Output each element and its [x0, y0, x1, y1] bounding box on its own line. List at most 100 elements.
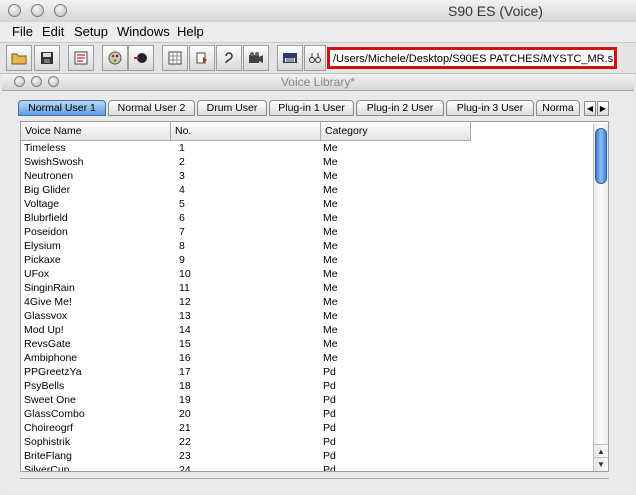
- table-row[interactable]: Ambiphone 16 Me: [21, 351, 591, 365]
- tab-drum-user[interactable]: Drum User: [197, 100, 267, 116]
- cell-category: Pd: [323, 408, 336, 420]
- video-icon[interactable]: [243, 45, 269, 71]
- table-row[interactable]: PPGreetzYa 17 Pd: [21, 365, 591, 379]
- cell-category: Me: [323, 212, 338, 224]
- cell-category: Me: [323, 282, 338, 294]
- table-row[interactable]: BriteFlang 23 Pd: [21, 449, 591, 463]
- grid-icon[interactable]: [162, 45, 188, 71]
- cell-category: Me: [323, 352, 338, 364]
- table-row[interactable]: Glassvox 13 Me: [21, 309, 591, 323]
- tab-normal-truncated[interactable]: Norma: [536, 100, 580, 116]
- cell-category: Pd: [323, 422, 336, 434]
- cell-voice-name: SinginRain: [24, 282, 75, 294]
- cell-category: Me: [323, 268, 338, 280]
- cell-voice-name: Big Glider: [24, 184, 71, 196]
- table-row[interactable]: Pickaxe 9 Me: [21, 253, 591, 267]
- ear-icon[interactable]: [216, 45, 242, 71]
- table-row[interactable]: Choireogrf 21 Pd: [21, 421, 591, 435]
- cell-category: Me: [323, 240, 338, 252]
- table-row[interactable]: Poseidon 7 Me: [21, 225, 591, 239]
- cell-number: 16: [179, 352, 191, 364]
- table-row[interactable]: SinginRain 11 Me: [21, 281, 591, 295]
- table-row[interactable]: PsyBells 18 Pd: [21, 379, 591, 393]
- checklist-icon[interactable]: [68, 45, 94, 71]
- scroll-down-icon[interactable]: ▼: [594, 457, 608, 471]
- file-path-display[interactable]: /Users/Michele/Desktop/S90ES PATCHES/MYS…: [327, 47, 617, 69]
- tab-normal-user-1[interactable]: Normal User 1: [18, 100, 106, 116]
- cell-voice-name: Neutronen: [24, 170, 74, 182]
- table-row[interactable]: UFox 10 Me: [21, 267, 591, 281]
- column-header-voice-name[interactable]: Voice Name: [21, 122, 171, 140]
- cell-category: Me: [323, 170, 338, 182]
- menu-edit[interactable]: Edit: [42, 24, 64, 39]
- table-row[interactable]: 4Give Me! 12 Me: [21, 295, 591, 309]
- tab-scroll-left-icon[interactable]: ◀: [584, 101, 596, 116]
- cell-number: 14: [179, 324, 191, 336]
- tab-plugin-1-user[interactable]: Plug-in 1 User: [269, 100, 354, 116]
- cell-category: Me: [323, 156, 338, 168]
- keyboard-icon[interactable]: [277, 45, 303, 71]
- table-row[interactable]: Neutronen 3 Me: [21, 169, 591, 183]
- table-row[interactable]: Sophistrik 22 Pd: [21, 435, 591, 449]
- palette-icon[interactable]: [102, 45, 128, 71]
- table-row[interactable]: Timeless 1 Me: [21, 141, 591, 155]
- cell-voice-name: SwishSwosh: [24, 156, 84, 168]
- window-title: S90 ES (Voice): [448, 3, 543, 19]
- cell-number: 8: [179, 240, 185, 252]
- library-title-bar: Voice Library*: [2, 74, 634, 91]
- minimize-window-button[interactable]: [31, 4, 44, 17]
- cell-number: 6: [179, 212, 185, 224]
- tab-scroll-right-icon[interactable]: ▶: [597, 101, 609, 116]
- table-row[interactable]: Blubrfield 6 Me: [21, 211, 591, 225]
- cell-category: Pd: [323, 436, 336, 448]
- table-row[interactable]: SwishSwosh 2 Me: [21, 155, 591, 169]
- vertical-scrollbar[interactable]: ▲ ▼: [593, 124, 608, 471]
- table-row[interactable]: GlassCombo 20 Pd: [21, 407, 591, 421]
- connect-icon[interactable]: [128, 45, 154, 71]
- table-row[interactable]: Big Glider 4 Me: [21, 183, 591, 197]
- table-row[interactable]: Mod Up! 14 Me: [21, 323, 591, 337]
- cell-number: 12: [179, 296, 191, 308]
- cell-voice-name: Blubrfield: [24, 212, 68, 224]
- cell-category: Me: [323, 324, 338, 336]
- scroll-thumb[interactable]: [595, 128, 607, 184]
- cell-category: Me: [323, 296, 338, 308]
- transfer-icon[interactable]: [189, 45, 215, 71]
- cell-category: Me: [323, 310, 338, 322]
- cell-number: 7: [179, 226, 185, 238]
- cell-voice-name: 4Give Me!: [24, 296, 72, 308]
- table-row[interactable]: RevsGate 15 Me: [21, 337, 591, 351]
- table-header: Voice Name No. Category: [21, 122, 471, 141]
- title-bar: S90 ES (Voice): [0, 0, 636, 23]
- cell-voice-name: Choireogrf: [24, 422, 74, 434]
- column-header-category[interactable]: Category: [321, 122, 471, 140]
- menu-bar: File Edit Setup Windows Help: [0, 22, 636, 43]
- menu-windows[interactable]: Windows: [117, 24, 170, 39]
- tab-normal-user-2[interactable]: Normal User 2: [108, 100, 195, 116]
- cell-category: Pd: [323, 394, 336, 406]
- close-window-button[interactable]: [8, 4, 21, 17]
- menu-setup[interactable]: Setup: [74, 24, 108, 39]
- link-icon[interactable]: [304, 45, 326, 71]
- cell-number: 22: [179, 436, 191, 448]
- table-bottom-edge: [20, 472, 609, 479]
- cell-voice-name: Sophistrik: [24, 436, 71, 448]
- column-header-no[interactable]: No.: [171, 122, 321, 140]
- cell-voice-name: Timeless: [24, 142, 66, 154]
- table-row[interactable]: Sweet One 19 Pd: [21, 393, 591, 407]
- scroll-up-icon[interactable]: ▲: [594, 444, 608, 458]
- cell-category: Pd: [323, 366, 336, 378]
- table-row[interactable]: SilverCup 24 Pd: [21, 463, 591, 471]
- menu-file[interactable]: File: [12, 24, 33, 39]
- cell-voice-name: BriteFlang: [24, 450, 72, 462]
- tab-plugin-2-user[interactable]: Plug-in 2 User: [356, 100, 444, 116]
- table-row[interactable]: Elysium 8 Me: [21, 239, 591, 253]
- cell-number: 23: [179, 450, 191, 462]
- table-row[interactable]: Voltage 5 Me: [21, 197, 591, 211]
- tab-plugin-3-user[interactable]: Plug-in 3 User: [446, 100, 534, 116]
- cell-voice-name: PsyBells: [24, 380, 65, 392]
- save-icon[interactable]: [34, 45, 60, 71]
- menu-help[interactable]: Help: [177, 24, 204, 39]
- open-folder-icon[interactable]: [6, 45, 32, 71]
- zoom-window-button[interactable]: [54, 4, 67, 17]
